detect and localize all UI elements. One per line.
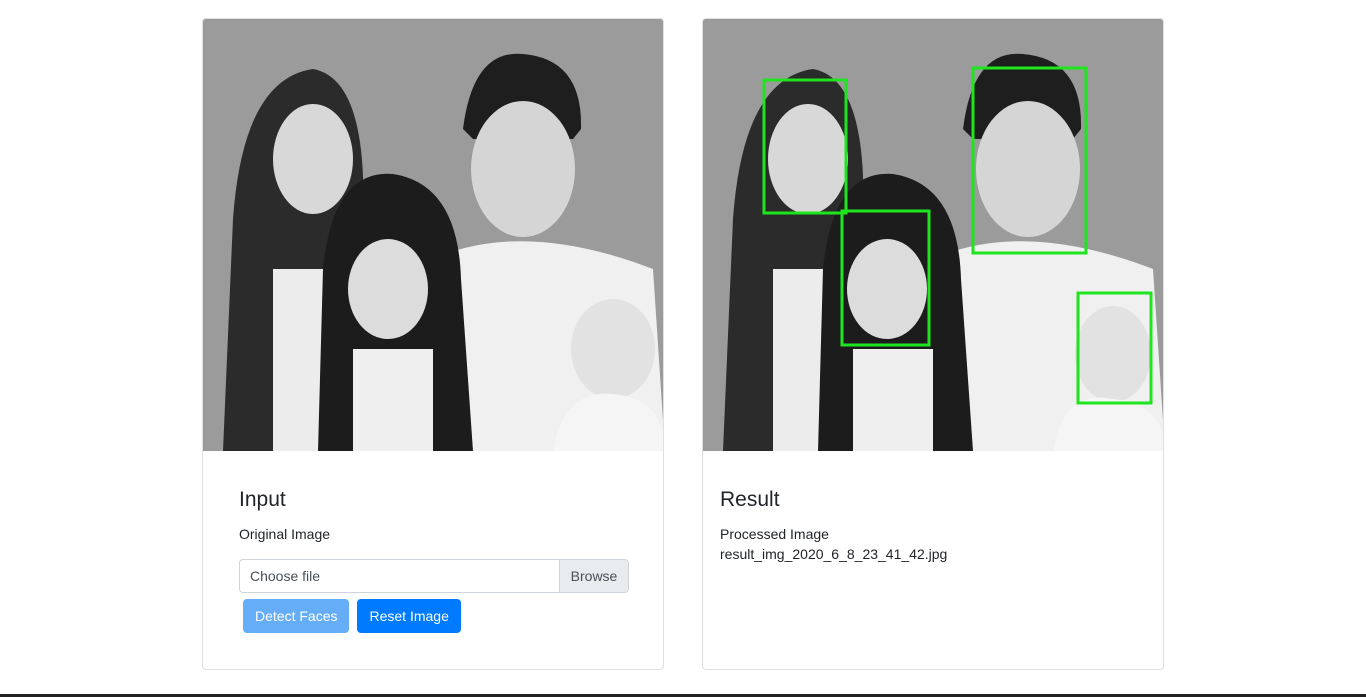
action-buttons: Detect Faces Reset Image	[243, 599, 461, 633]
input-subtitle: Original Image	[239, 526, 331, 543]
file-input[interactable]: Choose file Browse	[239, 559, 629, 593]
input-title: Input	[239, 488, 286, 511]
result-subtitle: Processed Image	[720, 526, 829, 543]
result-card-body: Result Processed Image result_img_2020_6…	[720, 487, 1127, 564]
reset-image-button[interactable]: Reset Image	[357, 599, 461, 633]
result-title: Result	[720, 488, 780, 511]
result-card: Result Processed Image result_img_2020_6…	[702, 18, 1164, 670]
input-card: Input Original Image Choose file Browse …	[202, 18, 664, 670]
browse-button[interactable]: Browse	[559, 560, 628, 592]
result-filename: result_img_2020_6_8_23_41_42.jpg	[720, 546, 948, 563]
processed-image	[703, 19, 1163, 451]
input-card-body: Input Original Image Choose file Browse …	[239, 487, 629, 633]
detect-faces-button[interactable]: Detect Faces	[243, 599, 350, 633]
original-image	[203, 19, 663, 451]
file-input-label[interactable]: Choose file	[240, 560, 559, 592]
